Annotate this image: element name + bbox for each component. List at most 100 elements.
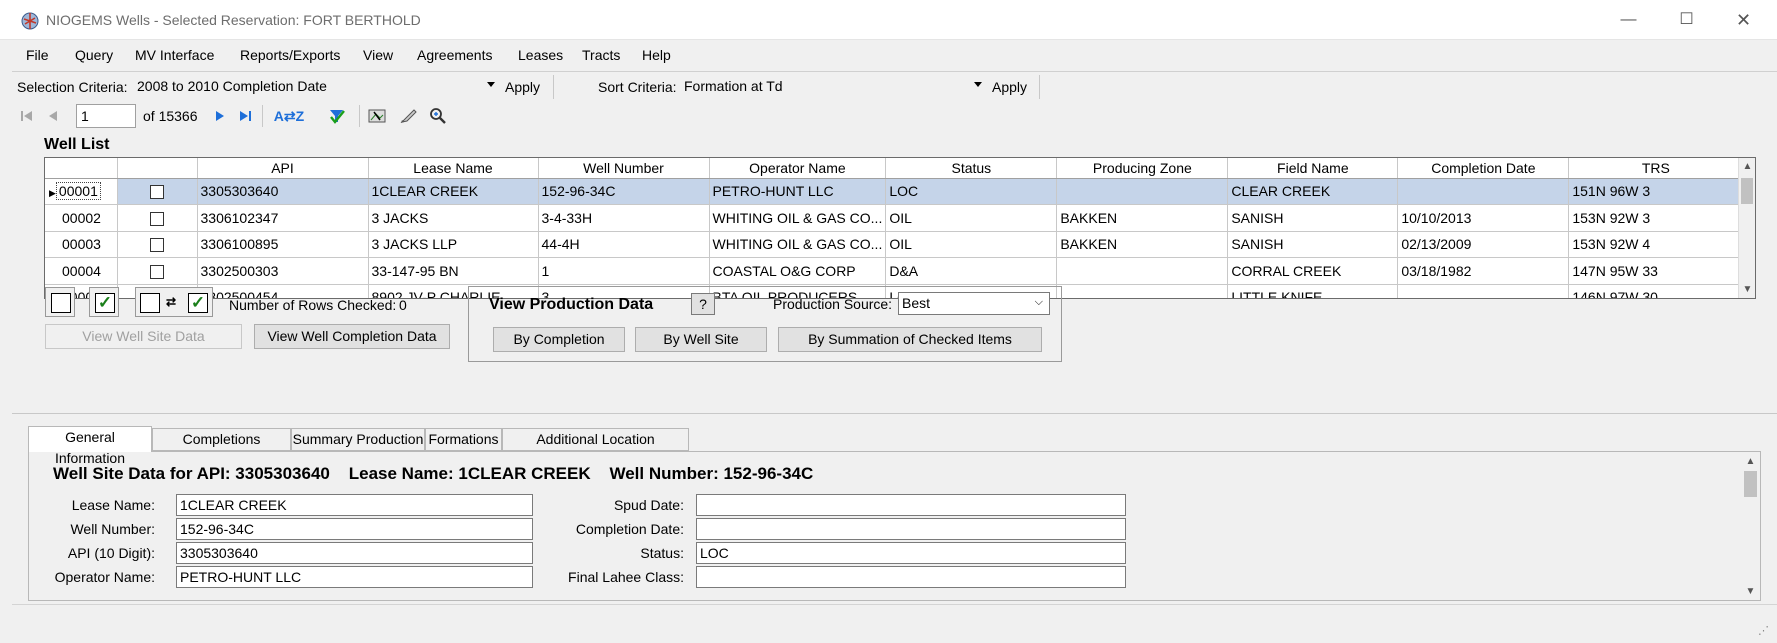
row-checkbox[interactable] [150, 238, 164, 253]
tab-summary-production[interactable]: Summary Production [291, 428, 425, 451]
cell-api[interactable]: 3306100895 [197, 231, 369, 258]
row-checkbox[interactable] [150, 211, 164, 226]
view-well-completion-data-button[interactable]: View Well Completion Data [254, 324, 450, 349]
cell-well-number[interactable]: 152-96-34C [538, 178, 710, 205]
uncheck-all-button[interactable] [45, 287, 75, 317]
cell-operator-name[interactable]: COASTAL O&G CORP [709, 257, 887, 285]
tab-completions-summary[interactable]: Completions Summary [152, 428, 291, 468]
record-position-input[interactable]: 1 [76, 104, 136, 128]
row-checkbox[interactable] [150, 185, 164, 200]
cell-trs[interactable]: 146N 97W 30 [1568, 284, 1744, 298]
menu-tracts[interactable]: Tracts [582, 47, 620, 63]
grid-vertical-scrollbar[interactable]: ▲ ▼ [1738, 158, 1755, 298]
table-row[interactable]: ▶ 00001 3305303640 1CLEAR CREEK 152-96-34… [45, 178, 1744, 205]
cell-completion-date[interactable] [1397, 284, 1570, 298]
cell-lease-name[interactable]: 3 JACKS LLP [368, 231, 539, 258]
row-checkbox-cell[interactable] [117, 257, 198, 285]
column-header-lease-name[interactable]: Lease Name [368, 158, 539, 179]
cell-completion-date[interactable]: 03/18/1982 [1397, 257, 1570, 285]
cell-status[interactable]: OIL [885, 231, 1058, 258]
by-well-site-button[interactable]: By Well Site [635, 327, 767, 352]
scroll-up-icon[interactable]: ▲ [1742, 453, 1759, 470]
cell-lease-name[interactable]: 3 JACKS [368, 204, 539, 232]
cell-api[interactable]: 3302500303 [197, 257, 369, 285]
close-button[interactable]: ✕ [1715, 0, 1772, 40]
sort-criteria-select[interactable]: Formation at Td [680, 76, 1000, 98]
table-row[interactable]: 00002 3306102347 3 JACKS 3-4-33H WHITING… [45, 204, 1744, 232]
lease-name-field[interactable]: 1CLEAR CREEK [176, 494, 533, 516]
cell-producing-zone[interactable]: BAKKEN [1056, 204, 1229, 232]
row-header-cell[interactable]: ▶ 00001 [45, 178, 118, 205]
column-header-status[interactable]: Status [885, 158, 1058, 179]
column-header-api[interactable]: API [197, 158, 369, 179]
cell-producing-zone[interactable] [1056, 284, 1229, 298]
menu-mv-interface[interactable]: MV Interface [135, 47, 214, 63]
edit-pencil-icon[interactable] [398, 106, 420, 126]
scrollbar-thumb[interactable] [1744, 471, 1757, 497]
table-row[interactable]: 00004 3302500303 33-147-95 BN 1 COASTAL … [45, 257, 1744, 285]
cell-well-number[interactable]: 44-4H [538, 231, 710, 258]
last-record-icon[interactable] [238, 106, 254, 126]
scroll-down-icon[interactable]: ▼ [1739, 281, 1755, 298]
operator-name-field[interactable]: PETRO-HUNT LLC [176, 566, 533, 588]
details-vertical-scrollbar[interactable]: ▲ ▼ [1742, 453, 1759, 600]
menu-agreements[interactable]: Agreements [417, 47, 492, 63]
map-select-icon[interactable] [366, 106, 388, 126]
cell-well-number[interactable]: 3-4-33H [538, 204, 710, 232]
column-header-producing-zone[interactable]: Producing Zone [1056, 158, 1229, 179]
menu-file[interactable]: File [26, 47, 49, 63]
cell-field-name[interactable]: CLEAR CREEK [1227, 178, 1399, 205]
scroll-up-icon[interactable]: ▲ [1739, 158, 1755, 175]
by-summation-button[interactable]: By Summation of Checked Items [778, 327, 1042, 352]
sort-dropdown-arrow-icon[interactable] [974, 82, 982, 87]
first-record-icon[interactable] [18, 106, 34, 126]
column-header-operator-name[interactable]: Operator Name [709, 158, 887, 179]
cell-completion-date[interactable]: 10/10/2013 [1397, 204, 1570, 232]
well-number-field[interactable]: 152-96-34C [176, 518, 533, 540]
row-checkbox-cell[interactable] [117, 204, 198, 232]
check-all-button[interactable]: ✓ [89, 287, 119, 317]
row-checkbox[interactable] [150, 264, 164, 279]
cell-lease-name[interactable]: 33-147-95 BN [368, 257, 539, 285]
completion-date-field[interactable] [696, 518, 1126, 540]
cell-trs[interactable]: 147N 95W 33 [1568, 257, 1744, 285]
final-lahee-class-field[interactable] [696, 566, 1126, 588]
row-checkbox-cell[interactable] [117, 231, 198, 258]
cell-field-name[interactable]: SANISH [1227, 204, 1399, 232]
cell-field-name[interactable]: CORRAL CREEK [1227, 257, 1399, 285]
zoom-icon[interactable] [428, 106, 448, 126]
table-row[interactable]: 00003 3306100895 3 JACKS LLP 44-4H WHITI… [45, 231, 1744, 258]
menu-view[interactable]: View [363, 47, 393, 63]
tab-general-information[interactable]: General Information [28, 426, 152, 466]
apply-sort-button[interactable]: Apply [992, 79, 1027, 95]
resize-grip-icon[interactable]: ⋰ [1758, 624, 1769, 637]
cell-field-name[interactable]: LITTLE KNIFE [1227, 284, 1399, 298]
cell-field-name[interactable]: SANISH [1227, 231, 1399, 258]
cell-trs[interactable]: 151N 96W 3 [1568, 178, 1744, 205]
api-field[interactable]: 3305303640 [176, 542, 533, 564]
row-id[interactable]: 00004 [45, 257, 118, 285]
cell-producing-zone[interactable] [1056, 178, 1229, 205]
cell-status[interactable]: LOC [885, 178, 1058, 205]
column-header-field-name[interactable]: Field Name [1227, 158, 1399, 179]
cell-operator-name[interactable]: WHITING OIL & GAS CO... [709, 231, 887, 258]
production-source-select[interactable]: Best ⌵ [898, 292, 1050, 315]
next-record-icon[interactable] [213, 106, 227, 126]
cell-producing-zone[interactable]: BAKKEN [1056, 231, 1229, 258]
cell-producing-zone[interactable] [1056, 257, 1229, 285]
cell-api[interactable]: 3306102347 [197, 204, 369, 232]
column-header-well-number[interactable]: Well Number [538, 158, 710, 179]
minimize-button[interactable]: — [1600, 0, 1657, 40]
tab-additional-location[interactable]: Additional Location Information [502, 428, 689, 468]
by-completion-button[interactable]: By Completion [493, 327, 625, 352]
swap-checks-button[interactable]: ⇄ ✓ [135, 287, 213, 317]
menu-help[interactable]: Help [642, 47, 671, 63]
cell-status[interactable]: D&A [885, 257, 1058, 285]
well-list-grid[interactable]: API Lease Name Well Number Operator Name… [44, 157, 1756, 299]
scroll-down-icon[interactable]: ▼ [1742, 583, 1759, 600]
tab-formations[interactable]: Formations [425, 428, 502, 451]
column-header-trs[interactable]: TRS [1568, 158, 1744, 179]
cell-status[interactable]: OIL [885, 204, 1058, 232]
cell-well-number[interactable]: 1 [538, 257, 710, 285]
cell-operator-name[interactable]: WHITING OIL & GAS CO... [709, 204, 887, 232]
